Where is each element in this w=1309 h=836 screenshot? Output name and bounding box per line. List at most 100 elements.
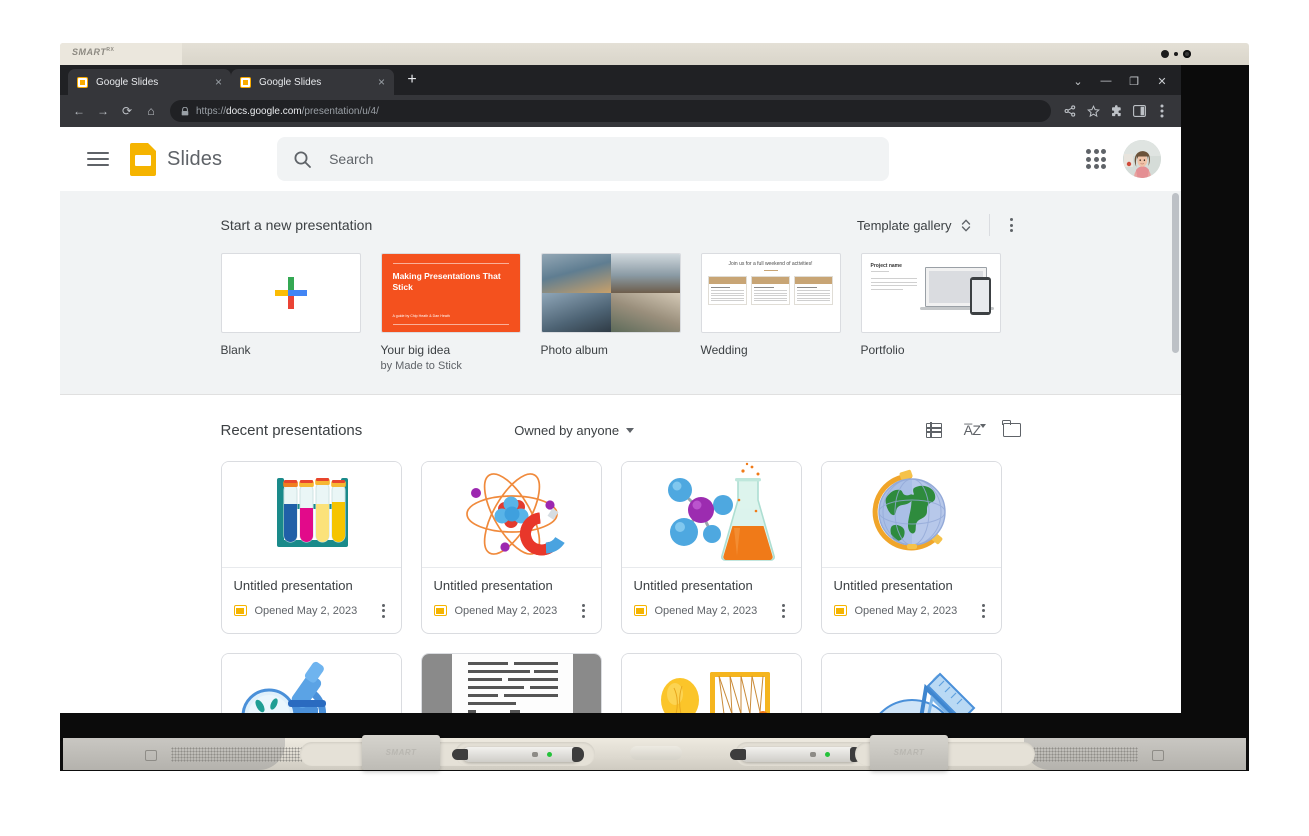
- tray-input-button[interactable]: [1152, 750, 1164, 761]
- smart-brand-text: SMART: [72, 47, 107, 57]
- reload-icon[interactable]: ⟳: [116, 100, 138, 122]
- led-indicator-3: [1183, 50, 1191, 58]
- test-tubes-thumbnail[interactable]: [221, 462, 401, 568]
- address-bar[interactable]: https://docs.google.com/presentation/u/4…: [170, 100, 1051, 122]
- list-view-icon[interactable]: [925, 421, 942, 439]
- presentation-card[interactable]: Untitled presentation Opened May 2, 2023: [620, 461, 802, 634]
- share-icon[interactable]: [1059, 100, 1081, 122]
- url-text: https://docs.google.com/presentation/u/4…: [196, 106, 379, 117]
- pen-led-right: [825, 752, 830, 757]
- template-slide-title: Join us for a full weekend of activities…: [728, 261, 813, 267]
- more-vert-icon[interactable]: [778, 600, 789, 622]
- browser-tab-2[interactable]: Google Slides ×: [231, 69, 394, 95]
- template-label: Wedding: [700, 343, 748, 357]
- browser-toolbar: ← → ⟳ ⌂ https://docs.google.com/presenta…: [60, 95, 1181, 127]
- stylus-pen-left[interactable]: [452, 747, 584, 762]
- template-card-photo-album[interactable]: Photo album: [540, 253, 681, 372]
- home-icon[interactable]: ⌂: [140, 100, 162, 122]
- recent-view-actions: A̅Z: [925, 420, 1021, 439]
- device-top-bezel: SMARTRX: [60, 43, 1249, 65]
- template-slide-title: Project name: [870, 263, 902, 269]
- slides-favicon: [240, 76, 251, 88]
- device-screen-frame: Google Slides × Google Slides × + ⌄ — ❐ …: [60, 65, 1249, 741]
- smart-brand-sup: RX: [106, 47, 115, 53]
- apps-grid-icon[interactable]: [1085, 148, 1107, 170]
- more-vert-icon[interactable]: [378, 600, 389, 622]
- close-icon[interactable]: ×: [378, 76, 385, 88]
- owner-filter-label: Owned by anyone: [514, 422, 620, 438]
- bookmark-star-icon[interactable]: [1082, 100, 1104, 122]
- more-vert-icon[interactable]: [578, 600, 589, 622]
- globe-thumbnail[interactable]: [821, 462, 1001, 568]
- chevron-down-icon[interactable]: ⌄: [1065, 69, 1091, 93]
- close-icon[interactable]: ×: [215, 76, 222, 88]
- presentation-card[interactable]: Untitled presentation Opened May 2, 2023: [820, 461, 1002, 634]
- template-gallery-button[interactable]: Template gallery: [851, 213, 977, 238]
- presentation-card[interactable]: Untitled presentation Opened May 2, 2023: [420, 461, 602, 634]
- file-picker-folder-icon[interactable]: [1001, 420, 1021, 437]
- browser-tab-1[interactable]: Google Slides ×: [68, 69, 231, 95]
- smart-board-device: SMARTRX Google Slides × Google Slides × …: [60, 43, 1249, 771]
- more-vert-icon[interactable]: [1002, 213, 1021, 237]
- search-input[interactable]: Search: [329, 151, 373, 167]
- template-card-blank[interactable]: Blank: [220, 253, 361, 372]
- lock-icon: [181, 106, 189, 116]
- presentation-card[interactable]: Untitled presentation Opened May 2, 2023: [220, 461, 402, 634]
- minimize-icon[interactable]: —: [1093, 69, 1119, 93]
- google-slides-logo-icon: [130, 142, 156, 176]
- eraser-left[interactable]: SMART: [362, 735, 440, 770]
- main-menu-icon[interactable]: [80, 141, 116, 177]
- sort-az-icon[interactable]: A̅Z: [964, 422, 986, 438]
- url-path: /presentation/u/4/: [301, 105, 379, 117]
- chrome-browser-window: Google Slides × Google Slides × + ⌄ — ❐ …: [60, 65, 1181, 713]
- portfolio-thumbnail[interactable]: Project name: [860, 253, 1001, 333]
- pen-button-left[interactable]: [532, 752, 538, 757]
- extensions-icon[interactable]: [1105, 100, 1127, 122]
- user-avatar[interactable]: [1123, 140, 1161, 178]
- template-card-portfolio[interactable]: Project name Portfolio: [860, 253, 1001, 372]
- presentation-cards-grid: Untitled presentation Opened May 2, 2023: [220, 461, 1021, 713]
- side-panel-icon[interactable]: [1128, 100, 1150, 122]
- tray-power-button[interactable]: [145, 750, 157, 761]
- atom-magnet-thumbnail[interactable]: [421, 462, 601, 568]
- section-title: Start a new presentation: [220, 217, 373, 233]
- section-title: Recent presentations: [220, 421, 363, 439]
- template-card-your-big-idea[interactable]: Making Presentations That Stick A guide …: [380, 253, 521, 372]
- pen-led-left: [547, 752, 552, 757]
- presentation-title: Untitled presentation: [433, 578, 553, 593]
- back-icon[interactable]: ←: [68, 100, 90, 122]
- recent-presentations-section: Recent presentations Owned by anyone A̅Z: [60, 395, 1181, 713]
- pen-button-right[interactable]: [810, 752, 816, 757]
- template-label: Portfolio: [860, 343, 905, 357]
- close-icon[interactable]: ✕: [1149, 69, 1175, 93]
- smart-brand-logo: SMARTRX: [72, 47, 114, 57]
- page-scrollbar[interactable]: [1172, 193, 1179, 353]
- chevron-updown-icon: [961, 218, 971, 233]
- presentation-title: Untitled presentation: [233, 578, 353, 593]
- recent-header: Recent presentations Owned by anyone A̅Z: [221, 415, 1021, 445]
- browser-tabstrip: Google Slides × Google Slides × + ⌄ — ❐ …: [60, 65, 1181, 95]
- blank-template-thumbnail[interactable]: [220, 253, 361, 333]
- template-card-wedding[interactable]: Join us for a full weekend of activities…: [700, 253, 841, 372]
- maximize-icon[interactable]: ❐: [1121, 69, 1147, 93]
- wedding-thumbnail[interactable]: Join us for a full weekend of activities…: [700, 253, 841, 333]
- chrome-menu-icon[interactable]: [1151, 100, 1173, 122]
- slides-brand[interactable]: Slides: [130, 142, 223, 176]
- template-label: Photo album: [540, 343, 608, 357]
- photo-album-thumbnail[interactable]: [540, 253, 681, 333]
- new-tab-button[interactable]: +: [400, 69, 424, 93]
- template-sublabel: by Made to Stick: [380, 360, 462, 372]
- eraser-right[interactable]: SMART: [870, 735, 948, 770]
- stylus-pen-right[interactable]: [730, 747, 862, 762]
- template-slide-title: Making Presentations That Stick: [392, 271, 501, 292]
- owner-filter-dropdown[interactable]: Owned by anyone: [514, 422, 635, 438]
- more-vert-icon[interactable]: [978, 600, 989, 622]
- forward-icon[interactable]: →: [92, 100, 114, 122]
- brand-name: Slides: [167, 147, 223, 170]
- window-controls: ⌄ — ❐ ✕: [1065, 69, 1175, 93]
- molecule-flask-thumbnail[interactable]: [621, 462, 801, 568]
- search-icon: [293, 150, 312, 169]
- your-big-idea-thumbnail[interactable]: Making Presentations That Stick A guide …: [380, 253, 521, 333]
- search-bar[interactable]: Search: [277, 137, 890, 181]
- led-indicator-2: [1174, 52, 1178, 56]
